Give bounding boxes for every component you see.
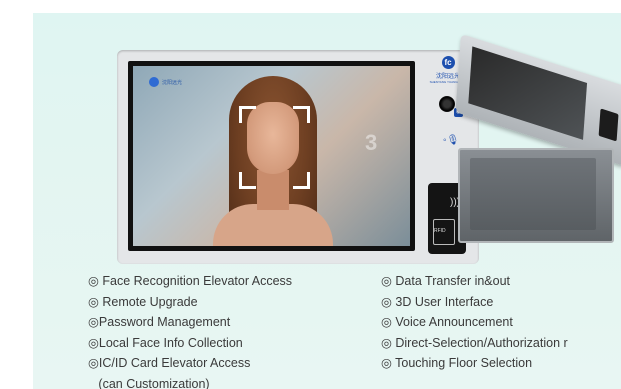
device-display: 沈阳远光 3 [133,66,410,246]
feature-item-note: (can Customization) [88,376,210,389]
feature-item: ◎IC/ID Card Elevator Access [88,356,251,371]
feature-column-left: ◎ Face Recognition Elevator Access ◎ Rem… [88,271,292,389]
feature-item: ◎ Touching Floor Selection [381,356,533,371]
camera-icon [439,96,455,112]
feature-item: ◎ Direct-Selection/Authorization r [381,335,568,350]
microphone-icon: ◦🎙 [443,135,460,146]
display-logo-icon [149,77,159,87]
product-panel: 沈阳远光 3 fc 沈阳远光 SHENYANG YUANGUANG ◉ ◦🎙 )… [33,13,621,389]
rfid-label: RFID [434,228,446,234]
device-screen-bezel: 沈阳远光 3 [128,61,415,251]
product-photo-angled [455,33,621,167]
product-photo-angled-screen [468,46,588,140]
feature-item: ◎Local Face Info Collection [88,335,243,350]
face-frame-corner-bottom-right [293,172,310,189]
face-image-neck [257,170,289,210]
display-logo: 沈阳远光 [149,76,193,88]
face-recognition-device: 沈阳远光 3 fc 沈阳远光 SHENYANG YUANGUANG ◉ ◦🎙 )… [117,50,479,264]
display-logo-text: 沈阳远光 [162,79,183,86]
product-photo-back [458,148,614,243]
face-image-shoulders [213,204,333,246]
feature-item: ◎ Voice Announcement [381,315,513,330]
feature-column-right: ◎ Data Transfer in&out ◎ 3D User Interfa… [381,271,568,374]
feature-item: ◎ Face Recognition Elevator Access [88,274,293,288]
product-photo-angled-rfid [598,108,619,142]
feature-item: ◎ Data Transfer in&out [381,274,511,288]
face-frame-corner-top-right [293,106,310,123]
display-overlay-number: 3 [365,130,378,155]
face-frame-corner-top-left [239,106,256,123]
feature-item: ◎ Remote Upgrade [88,294,198,309]
face-frame-corner-bottom-left [239,172,256,189]
product-photo-back-plate [470,158,596,230]
brand-logo-icon: fc [441,56,455,69]
feature-item: ◎Password Management [88,315,231,330]
feature-item: ◎ 3D User Interface [381,294,494,309]
